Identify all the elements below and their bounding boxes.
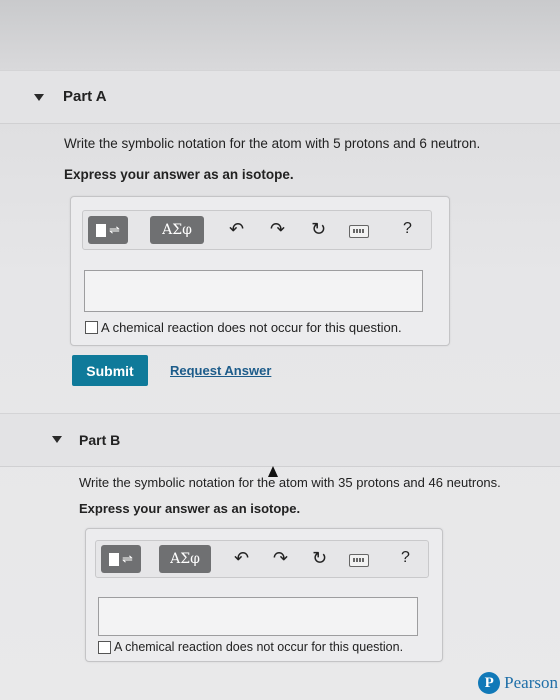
part-a-question: Write the symbolic notation for the atom…: [64, 136, 481, 151]
submit-button[interactable]: Submit: [72, 355, 148, 386]
pearson-wordmark: Pearson: [504, 673, 558, 692]
undo-icon[interactable]: ↶: [229, 219, 244, 240]
part-a-header[interactable]: Part A: [0, 70, 560, 124]
part-b-instruction: Express your answer as an isotope.: [79, 501, 301, 516]
part-b-answer-box: ⇌ ΑΣφ ↶ ↷ ↻ ? A chemical reaction does n…: [85, 528, 443, 662]
part-b-answer-input[interactable]: [98, 597, 418, 636]
redo-icon[interactable]: ↷: [273, 548, 288, 569]
redo-icon[interactable]: ↷: [270, 219, 285, 240]
reset-icon[interactable]: ↻: [311, 219, 326, 240]
greek-symbols-button[interactable]: ΑΣφ: [159, 545, 211, 573]
undo-icon[interactable]: ↶: [234, 548, 249, 569]
top-band: [0, 0, 560, 70]
part-a-answer-input[interactable]: [84, 270, 423, 312]
part-b-header[interactable]: Part B: [0, 413, 560, 467]
part-a-no-reaction-row[interactable]: A chemical reaction does not occur for t…: [85, 320, 402, 335]
pearson-p-icon: P: [478, 672, 501, 694]
part-a-answer-box: ⇌ ΑΣφ ↶ ↷ ↻ ? A chemical reaction does n…: [70, 196, 450, 346]
no-reaction-label: A chemical reaction does not occur for t…: [101, 320, 402, 335]
collapse-caret-icon[interactable]: [52, 436, 62, 443]
no-reaction-checkbox[interactable]: [98, 640, 111, 654]
part-b-question: Write the symbolic notation for the atom…: [79, 475, 501, 490]
keyboard-icon[interactable]: [349, 225, 369, 238]
templates-icon[interactable]: ⇌: [101, 545, 141, 573]
part-b-no-reaction-row[interactable]: A chemical reaction does not occur for t…: [98, 640, 403, 654]
part-b-title: Part B: [79, 432, 121, 448]
templates-icon[interactable]: ⇌: [88, 216, 128, 244]
request-answer-link[interactable]: Request Answer: [170, 363, 271, 378]
no-reaction-label: A chemical reaction does not occur for t…: [114, 640, 404, 654]
collapse-caret-icon[interactable]: [34, 94, 44, 101]
part-a-toolbar: ⇌ ΑΣφ ↶ ↷ ↻ ?: [82, 210, 432, 250]
help-icon[interactable]: ?: [401, 549, 410, 567]
part-a-title: Part A: [63, 88, 107, 105]
greek-symbols-button[interactable]: ΑΣφ: [150, 216, 204, 244]
reset-icon[interactable]: ↻: [312, 548, 327, 569]
part-a-instruction: Express your answer as an isotope.: [64, 167, 294, 182]
pearson-logo: P Pearson: [478, 672, 558, 694]
no-reaction-checkbox[interactable]: [85, 321, 98, 334]
keyboard-icon[interactable]: [349, 554, 369, 567]
help-icon[interactable]: ?: [403, 220, 412, 238]
part-b-toolbar: ⇌ ΑΣφ ↶ ↷ ↻ ?: [95, 540, 429, 578]
